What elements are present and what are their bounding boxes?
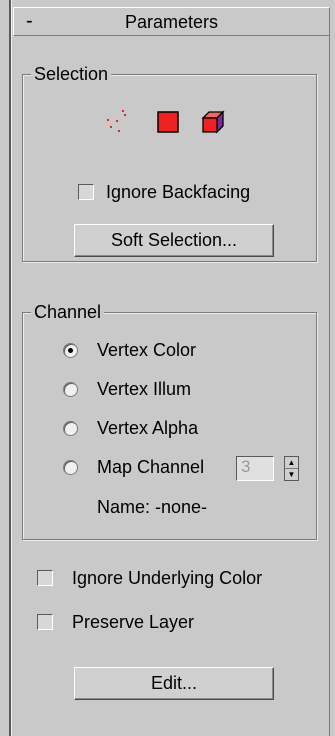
ignore-underlying-color-checkbox[interactable]	[37, 570, 53, 586]
face-mode-icon[interactable]	[157, 111, 179, 133]
preserve-layer-label: Preserve Layer	[72, 612, 195, 632]
radio-map-channel-label: Map Channel	[97, 457, 205, 477]
ignore-backfacing-label: Ignore Backfacing	[106, 182, 251, 202]
channel-group-label: Channel	[31, 300, 105, 324]
radio-vertex-alpha[interactable]	[63, 421, 78, 436]
radio-vertex-color-label: Vertex Color	[97, 340, 197, 360]
map-channel-field[interactable]: 3	[236, 456, 274, 481]
radio-vertex-alpha-label: Vertex Alpha	[97, 418, 199, 438]
radio-vertex-illum[interactable]	[63, 382, 78, 397]
radio-vertex-illum-label: Vertex Illum	[97, 379, 192, 399]
spinner-up-icon[interactable]: ▲	[285, 457, 298, 469]
soft-selection-button[interactable]: Soft Selection...	[74, 224, 274, 257]
parameters-rollout-header[interactable]: - Parameters	[13, 7, 330, 36]
element-mode-icon[interactable]	[201, 110, 225, 134]
map-channel-name: Name: -none-	[97, 497, 208, 517]
radio-vertex-color[interactable]	[63, 343, 78, 358]
ignore-underlying-color-label: Ignore Underlying Color	[72, 568, 263, 588]
panel-left-edge	[9, 0, 12, 736]
spinner-down-icon[interactable]: ▼	[285, 469, 298, 480]
selection-group-label: Selection	[31, 62, 112, 86]
edit-button[interactable]: Edit...	[74, 667, 274, 700]
radio-map-channel[interactable]	[63, 460, 78, 475]
map-channel-spinner[interactable]: ▲ ▼	[284, 456, 299, 481]
vertex-mode-icon[interactable]	[104, 108, 132, 138]
rollout-title: Parameters	[124, 12, 219, 32]
preserve-layer-checkbox[interactable]	[37, 614, 53, 630]
ignore-backfacing-checkbox[interactable]	[78, 184, 94, 200]
